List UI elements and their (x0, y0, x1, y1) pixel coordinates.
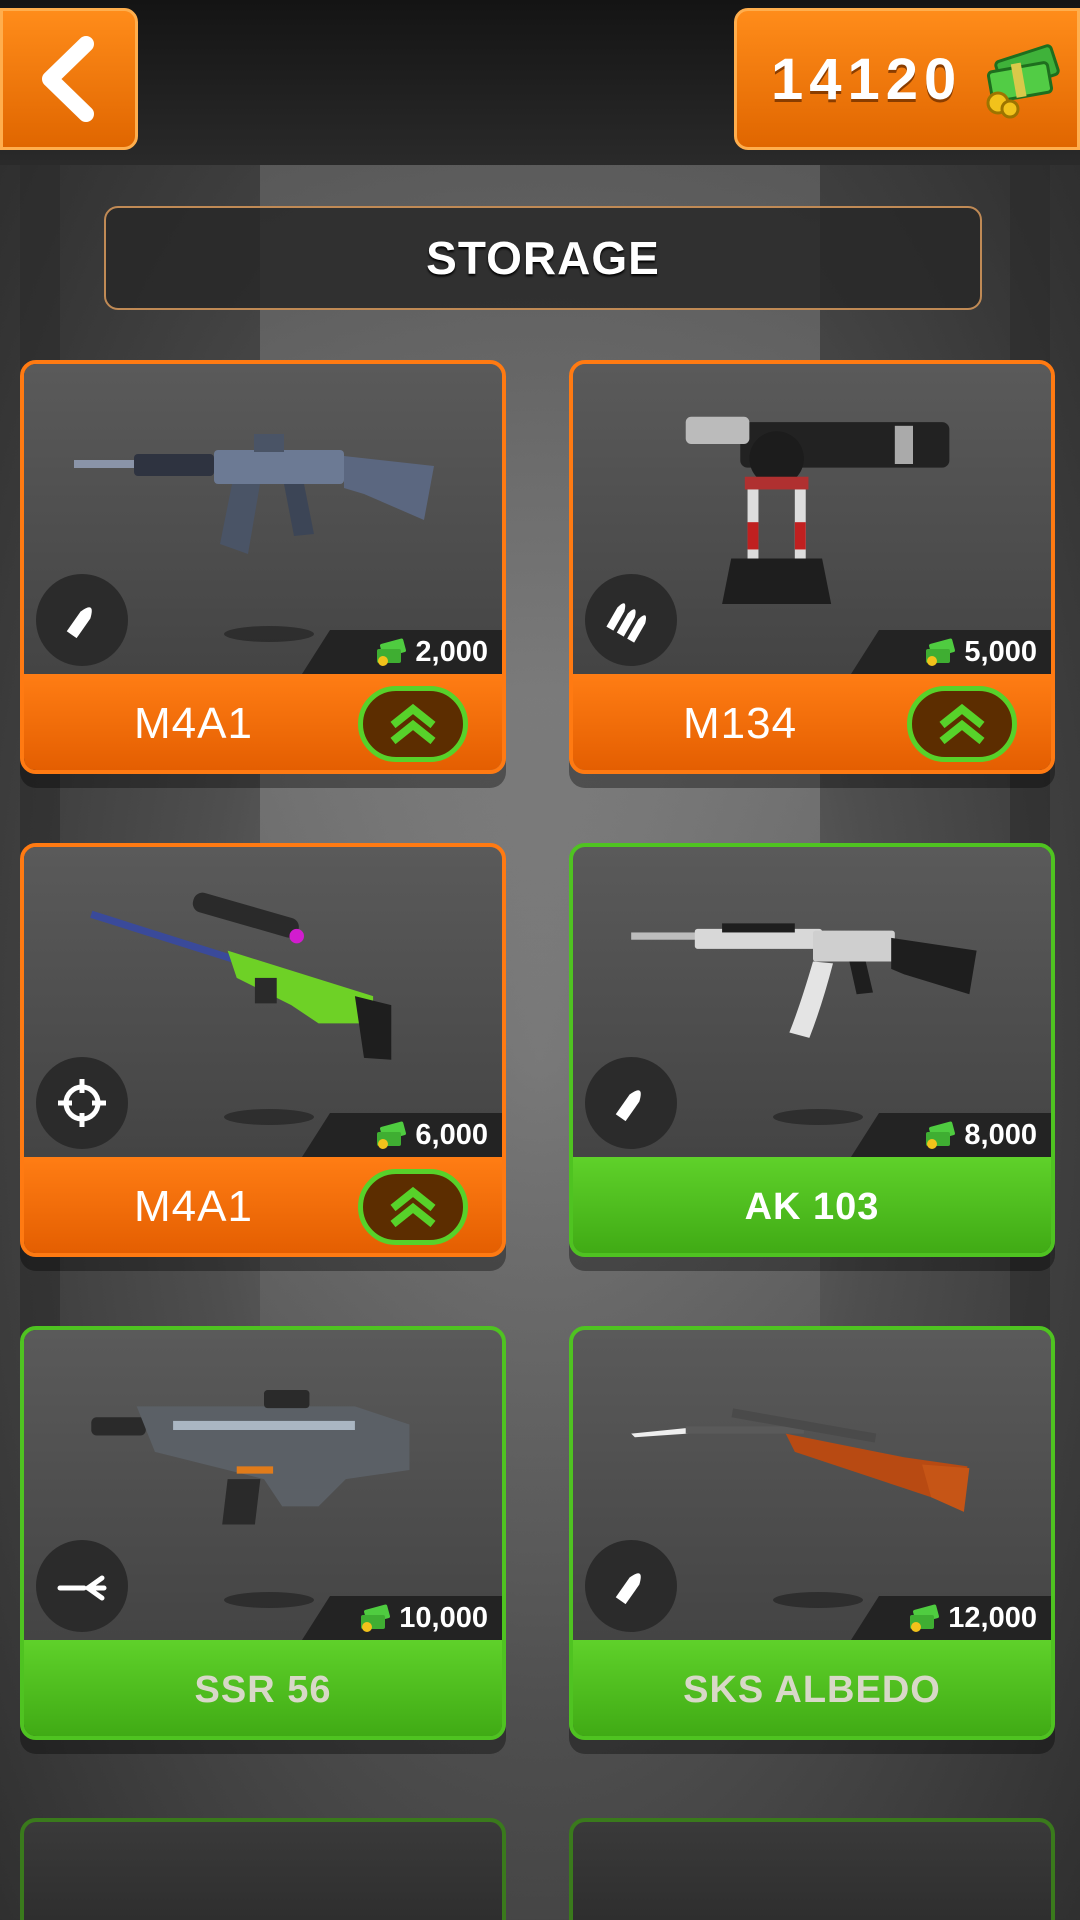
cash-icon (377, 638, 407, 666)
cash-icon (377, 1121, 407, 1149)
weapon-card-ak103[interactable]: 8,000 AK 103 (569, 843, 1055, 1257)
upgrade-button[interactable] (358, 1169, 468, 1245)
weapon-card-partial[interactable] (20, 1818, 506, 1920)
page-title-bar: STORAGE (104, 206, 982, 310)
weapon-preview: 2,000 (24, 364, 502, 674)
cash-icon (361, 1604, 391, 1632)
price-value: 12,000 (948, 1601, 1037, 1634)
cash-icon (926, 638, 956, 666)
weapon-shadow (773, 1109, 863, 1125)
assault-rifle-icon (74, 434, 434, 554)
weapon-card-m4a1-sniper[interactable]: 6,000 M4A1 (20, 843, 506, 1257)
currency-value: 14120 (771, 46, 963, 112)
weapon-name: SKS ALBEDO (683, 1668, 941, 1711)
ammo-type-badge (36, 1057, 128, 1149)
ammo-type-badge (585, 1540, 677, 1632)
double-chevron-up-icon (390, 1186, 436, 1228)
card-footer: AK 103 (573, 1157, 1051, 1253)
currency-display[interactable]: 14120 (734, 8, 1080, 150)
scifi-rifle-icon (91, 1390, 410, 1525)
ammo-type-badge (36, 1540, 128, 1632)
weapon-name: M4A1 (134, 699, 253, 748)
upgrade-button[interactable] (907, 686, 1017, 762)
weapon-shadow (773, 1592, 863, 1608)
price-tag: 2,000 (302, 630, 502, 674)
weapon-preview: 6,000 (24, 847, 502, 1157)
price-tag: 12,000 (851, 1596, 1051, 1640)
cash-icon (910, 1604, 940, 1632)
bullet-icon (615, 1090, 641, 1122)
price-value: 5,000 (964, 635, 1037, 668)
cash-icon (926, 1121, 956, 1149)
weapon-shadow (224, 1109, 314, 1125)
ammo-type-badge (36, 574, 128, 666)
card-footer: M134 (573, 674, 1051, 770)
price-value: 6,000 (415, 1118, 488, 1151)
weapon-card-sks-albedo[interactable]: 12,000 SKS ALBEDO (569, 1326, 1055, 1740)
triple-bullet-icon (606, 603, 647, 643)
chevron-left-icon (42, 36, 94, 122)
double-chevron-up-icon (939, 703, 985, 745)
weapon-name: AK 103 (744, 1185, 880, 1228)
card-footer: M4A1 (24, 674, 502, 770)
weapon-card-m4a1[interactable]: 2,000 M4A1 (20, 360, 506, 774)
bullet-icon (66, 607, 92, 639)
price-tag: 5,000 (851, 630, 1051, 674)
weapon-card-m134[interactable]: 5,000 M134 (569, 360, 1055, 774)
page-title: STORAGE (426, 232, 660, 284)
weapon-preview: 10,000 (24, 1330, 502, 1640)
minigun-turret-icon (685, 416, 950, 604)
card-footer: M4A1 (24, 1157, 502, 1253)
weapon-preview: 12,000 (573, 1330, 1051, 1640)
crosshair-icon (58, 1079, 106, 1127)
price-value: 10,000 (399, 1601, 488, 1634)
card-footer: SKS ALBEDO (573, 1640, 1051, 1736)
bullet-icon (615, 1573, 641, 1605)
spread-shot-icon (57, 1575, 107, 1601)
card-footer: SSR 56 (24, 1640, 502, 1736)
cash-stack-icon (986, 44, 1060, 119)
top-bar: 14120 (0, 0, 1080, 165)
price-value: 2,000 (415, 635, 488, 668)
weapon-card-partial[interactable] (569, 1818, 1055, 1920)
weapon-shadow (224, 626, 314, 642)
weapon-card-ssr56[interactable]: 10,000 SSR 56 (20, 1326, 506, 1740)
weapon-preview: 5,000 (573, 364, 1051, 674)
ammo-type-badge (585, 1057, 677, 1149)
back-button[interactable] (0, 8, 138, 150)
price-tag: 6,000 (302, 1113, 502, 1157)
sniper-rifle-icon (90, 892, 392, 1060)
weapon-name: SSR 56 (194, 1668, 332, 1711)
weapon-name: M134 (683, 699, 798, 748)
weapon-preview: 8,000 (573, 847, 1051, 1157)
weapon-shadow (224, 1592, 314, 1608)
price-value: 8,000 (964, 1118, 1037, 1151)
double-chevron-up-icon (390, 703, 436, 745)
weapon-name: M4A1 (134, 1182, 253, 1231)
sks-bayonet-rifle-icon (631, 1408, 970, 1512)
ak-rifle-icon (631, 923, 977, 1038)
ammo-type-badge (585, 574, 677, 666)
upgrade-button[interactable] (358, 686, 468, 762)
price-tag: 10,000 (302, 1596, 502, 1640)
price-tag: 8,000 (851, 1113, 1051, 1157)
